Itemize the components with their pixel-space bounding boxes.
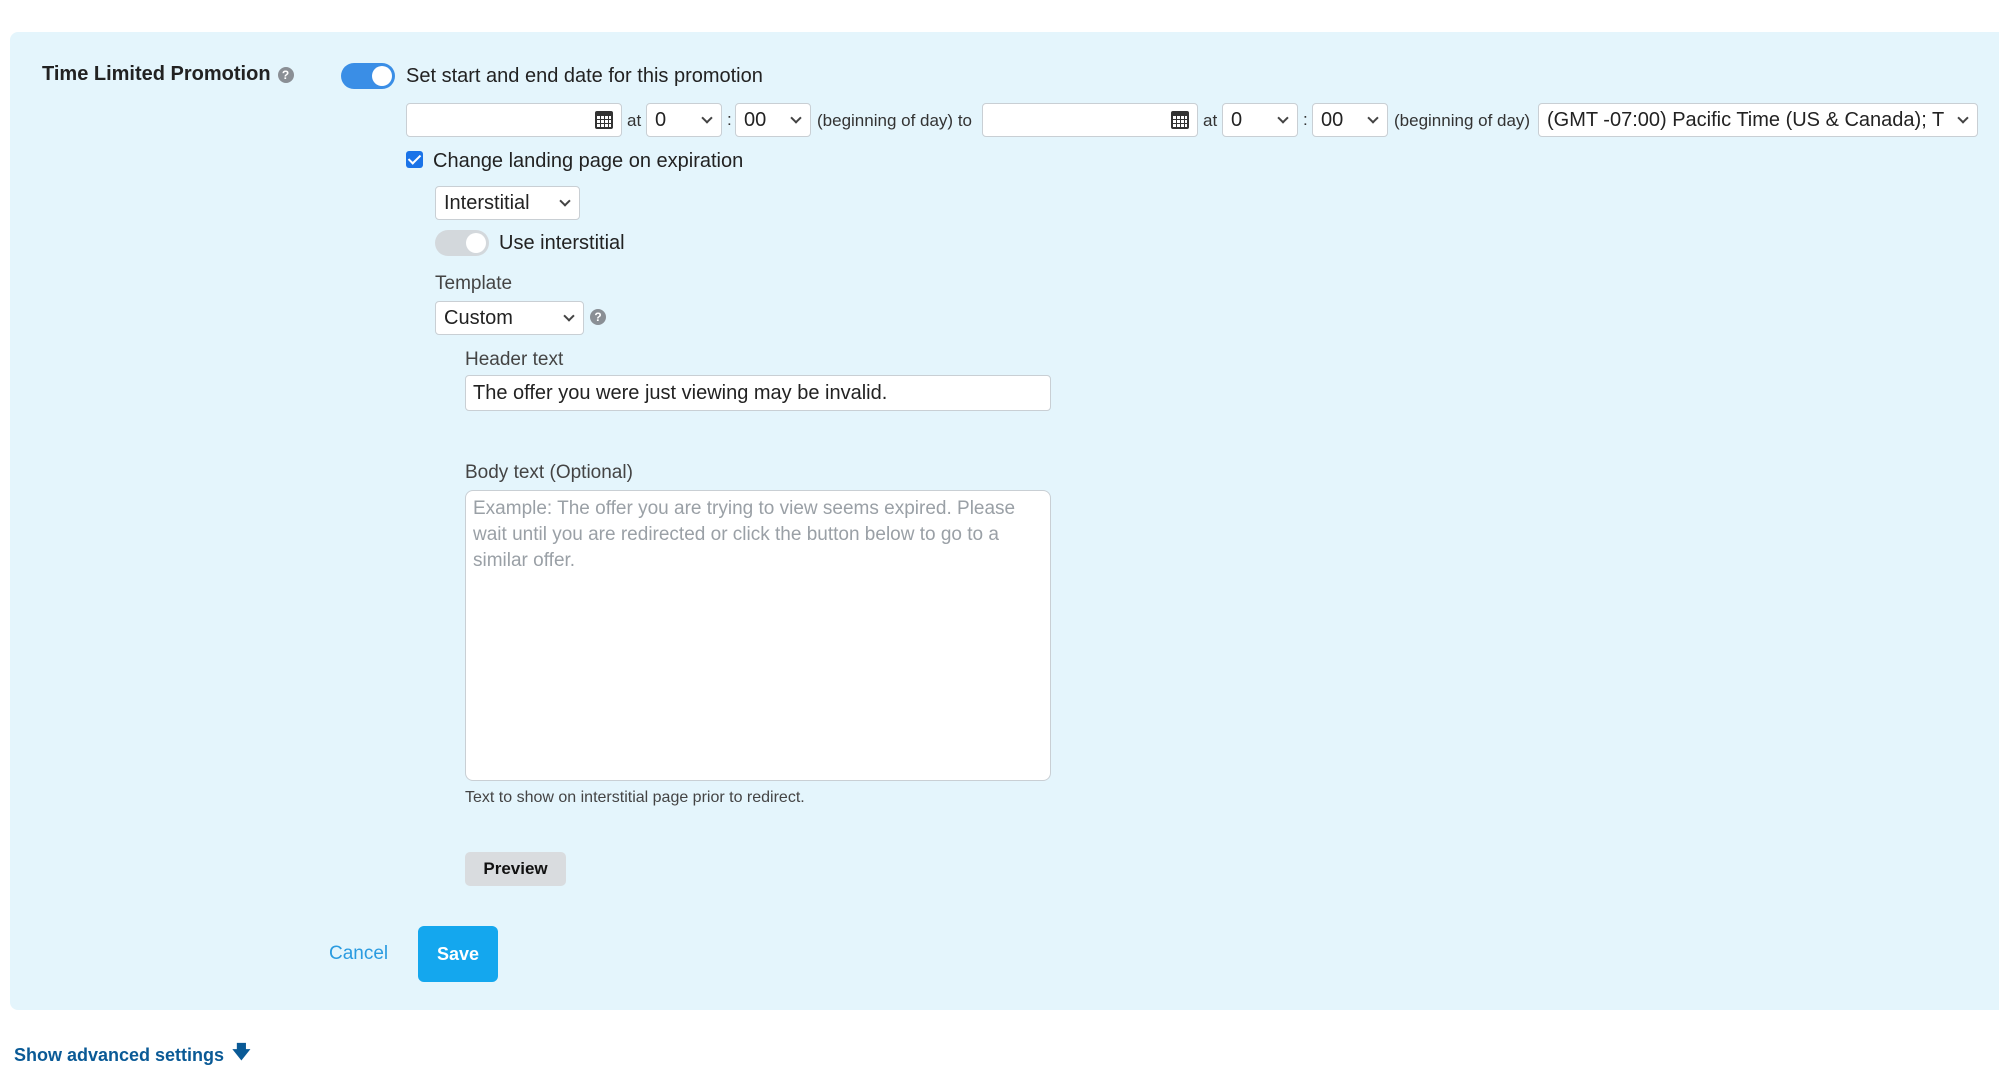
chevron-down-icon [701,112,713,124]
use-interstitial-toggle[interactable] [435,230,489,256]
end-hour-select[interactable]: 0 [1222,103,1298,137]
save-button[interactable]: Save [418,926,498,982]
section-title: Time Limited Promotion [42,63,271,85]
calendar-icon[interactable] [595,111,613,129]
header-text-label: Header text [465,349,564,370]
start-hour-value: 0 [655,108,667,131]
chevron-down-icon [563,310,575,322]
calendar-icon[interactable] [1171,111,1189,129]
template-label: Template [435,273,513,294]
template-select[interactable]: Custom [435,301,584,335]
preview-button[interactable]: Preview [465,852,566,886]
use-interstitial-label: Use interstitial [499,232,625,254]
body-text-textarea[interactable]: Example: The offer you are trying to vie… [465,490,1051,781]
start-hour-select[interactable]: 0 [646,103,722,137]
question-circle-icon[interactable]: ? [277,66,294,83]
arrow-down-icon: 🡇 [232,1042,251,1062]
show-advanced-settings-label: Show advanced settings [14,1044,225,1065]
header-text-value: The offer you were just viewing may be i… [473,381,888,404]
landing-type-select[interactable]: Interstitial [435,186,580,220]
body-text-hint: Text to show on interstitial page prior … [465,789,805,806]
end-hour-value: 0 [1231,108,1243,131]
body-text-label: Body text (Optional) [465,462,633,483]
landing-type-value: Interstitial [444,191,530,214]
section-label: Time Limited Promotion ? [42,63,294,86]
colon-end: : [1303,110,1308,129]
header-text-input[interactable]: The offer you were just viewing may be i… [465,375,1051,411]
start-minute-value: 00 [744,108,767,131]
change-landing-label: Change landing page on expiration [433,150,744,172]
start-date-input[interactable] [406,103,622,137]
toggle-knob [466,233,486,253]
start-minute-select[interactable]: 00 [735,103,811,137]
schedule-toggle-label: Set start and end date for this promotio… [406,65,763,87]
at-label-end: at [1203,111,1218,130]
end-suffix: (beginning of day) [1394,111,1531,130]
chevron-down-icon [1367,112,1379,124]
timezone-value: (GMT -07:00) Pacific Time (US & Canada);… [1547,108,1945,131]
body-text-placeholder: Example: The offer you are trying to vie… [473,498,1016,571]
colon-start: : [727,110,732,129]
cancel-link[interactable]: Cancel [329,943,388,965]
change-landing-checkbox[interactable] [406,151,423,168]
start-suffix: (beginning of day) to [817,111,972,130]
chevron-down-icon [559,195,571,207]
template-value: Custom [444,306,513,329]
show-advanced-settings-link[interactable]: Show advanced settings 🡇 [14,1040,251,1070]
timezone-select[interactable]: (GMT -07:00) Pacific Time (US & Canada);… [1538,103,1978,137]
question-circle-icon[interactable]: ? [590,309,606,325]
end-date-input[interactable] [982,103,1198,137]
chevron-down-icon [1277,112,1289,124]
toggle-knob [372,66,392,86]
chevron-down-icon [1957,112,1969,124]
at-label-start: at [627,111,642,130]
end-minute-value: 00 [1321,108,1344,131]
end-minute-select[interactable]: 00 [1312,103,1388,137]
chevron-down-icon [790,112,802,124]
schedule-toggle[interactable] [341,63,395,89]
